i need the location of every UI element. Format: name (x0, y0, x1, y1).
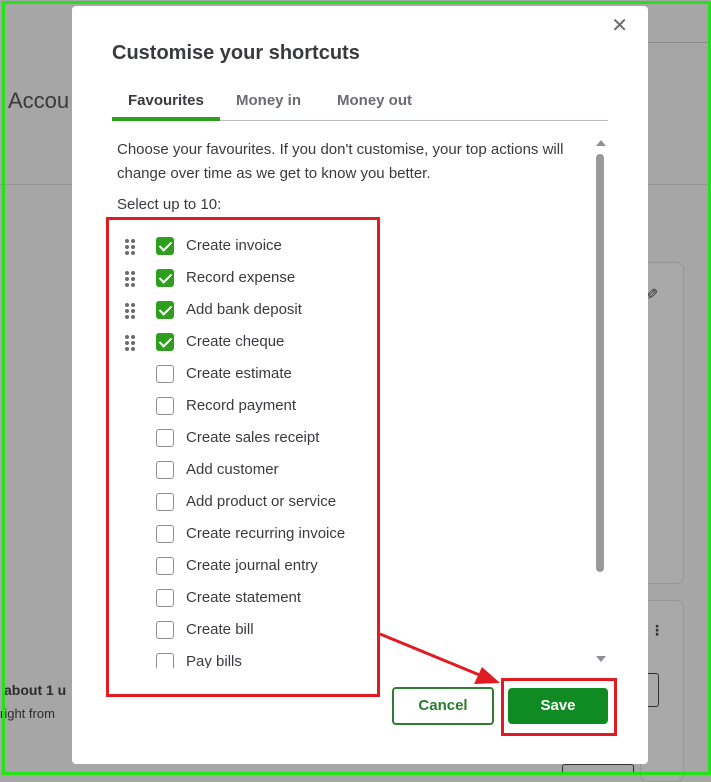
background-divider (648, 42, 711, 43)
shortcut-item[interactable]: Pay bills (112, 651, 382, 668)
drag-handle-icon[interactable] (125, 335, 137, 351)
shortcut-label: Create recurring invoice (186, 525, 346, 542)
tab-money-in[interactable]: Money in (236, 92, 301, 109)
scrollbar-thumb[interactable] (596, 154, 604, 572)
active-tab-indicator (112, 117, 220, 121)
background-button (562, 764, 634, 775)
shortcut-checkbox[interactable] (156, 397, 174, 415)
shortcut-item[interactable]: Create bill (112, 619, 382, 643)
shortcut-checkbox[interactable] (156, 653, 174, 668)
dialog-title: Customise your shortcuts (112, 42, 360, 64)
shortcut-checkbox[interactable] (156, 557, 174, 575)
tab-money-out[interactable]: Money out (337, 92, 412, 109)
shortcut-label: Create invoice (186, 237, 282, 254)
shortcut-item[interactable]: Create cheque (112, 331, 382, 355)
shortcut-checkbox[interactable] (156, 525, 174, 543)
shortcut-item[interactable]: Create recurring invoice (112, 523, 382, 547)
shortcut-label: Record expense (186, 269, 296, 286)
shortcut-label: Create estimate (186, 365, 292, 382)
shortcut-item[interactable]: Create journal entry (112, 555, 382, 579)
shortcut-item[interactable]: Create sales receipt (112, 427, 382, 451)
select-limit-label: Select up to 10: (117, 196, 222, 213)
shortcut-list-panel: Choose your favourites. If you don't cus… (112, 128, 608, 668)
shortcut-label: Create sales receipt (186, 429, 320, 446)
save-button[interactable]: Save (508, 688, 608, 724)
shortcut-checkbox[interactable] (156, 589, 174, 607)
shortcut-item[interactable]: Record payment (112, 395, 382, 419)
shortcut-item[interactable]: Create estimate (112, 363, 382, 387)
shortcut-label: Add customer (186, 461, 279, 478)
drag-handle-icon[interactable] (125, 239, 137, 255)
customise-shortcuts-dialog: ✕ Customise your shortcuts Favourites Mo… (72, 6, 648, 764)
close-icon[interactable]: ✕ (611, 16, 628, 36)
shortcut-checkbox[interactable] (156, 237, 174, 255)
shortcut-label: Create statement (186, 589, 302, 606)
shortcut-item[interactable]: Create statement (112, 587, 382, 611)
shortcut-checkbox[interactable] (156, 493, 174, 511)
shortcut-checkbox[interactable] (156, 461, 174, 479)
shortcut-item[interactable]: Add product or service (112, 491, 382, 515)
shortcut-checkbox[interactable] (156, 269, 174, 287)
background-text: about 1 u (4, 682, 67, 698)
shortcut-label: Create cheque (186, 333, 285, 350)
shortcut-checkbox[interactable] (156, 333, 174, 351)
drag-handle-icon[interactable] (125, 303, 137, 319)
intro-text: Choose your favourites. If you don't cus… (117, 141, 564, 182)
scroll-up-arrow-icon[interactable] (596, 140, 606, 146)
shortcut-label: Add product or service (186, 493, 337, 510)
cancel-button[interactable]: Cancel (392, 687, 494, 725)
shortcut-label: Create bill (186, 621, 254, 638)
shortcut-label: Add bank deposit (186, 301, 302, 318)
shortcut-checkbox[interactable] (156, 301, 174, 319)
shortcut-label: Create journal entry (186, 557, 318, 574)
scroll-down-arrow-icon[interactable] (596, 656, 606, 662)
shortcut-label: Record payment (186, 397, 297, 414)
shortcut-label: Pay bills (186, 653, 242, 668)
kebab-menu-icon: ⋮ (650, 622, 664, 638)
shortcut-item[interactable]: Add customer (112, 459, 382, 483)
shortcut-item[interactable]: Add bank deposit (112, 299, 382, 323)
drag-handle-icon[interactable] (125, 271, 137, 287)
shortcut-item[interactable]: Create invoice (112, 235, 382, 259)
shortcut-checkbox[interactable] (156, 621, 174, 639)
shortcut-checkbox[interactable] (156, 365, 174, 383)
shortcut-checkbox[interactable] (156, 429, 174, 447)
background-text: right from (0, 706, 55, 721)
tab-favourites[interactable]: Favourites (128, 92, 204, 109)
background-page-title: Accou (8, 88, 70, 113)
shortcut-item[interactable]: Record expense (112, 267, 382, 291)
